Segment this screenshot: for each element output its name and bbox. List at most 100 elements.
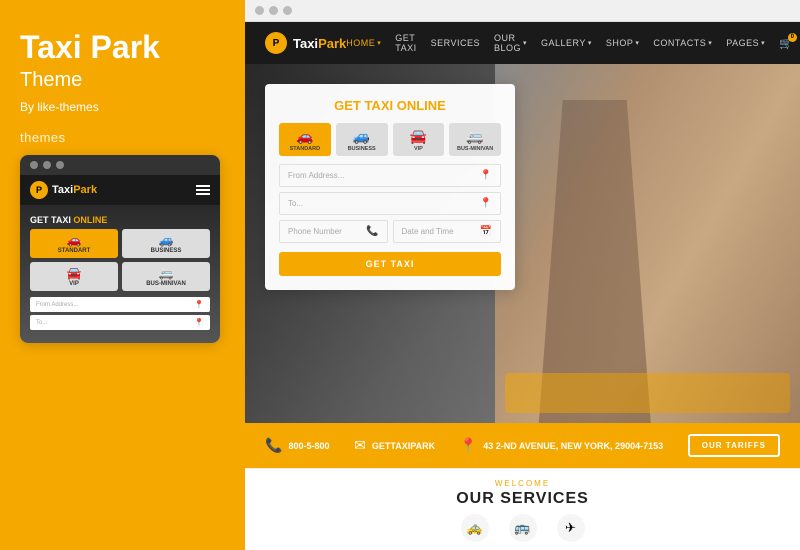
booking-input-date[interactable]: Date and Time 📅: [393, 220, 502, 243]
nav-get-taxi[interactable]: GET TAXI: [395, 33, 416, 53]
mobile-from-text: From Address...: [36, 302, 78, 308]
nav-blog[interactable]: OUR BLOG ▾: [494, 33, 527, 53]
car-minivan-label: BUS-MINIVAN: [146, 281, 186, 287]
car-standard-label: STANDART: [58, 248, 91, 254]
booking-car-options: 🚗 STANDARD 🚙 BUSINESS 🚘 VIP 🚐 BUS-MINIVA…: [279, 123, 501, 156]
car-business-label: BUSINESS: [348, 146, 376, 152]
service-icon-1: 🚕: [461, 514, 489, 542]
email-bar-text: GETTAXIPARK: [372, 441, 435, 451]
mobile-logo: P TaxiPark: [30, 181, 97, 199]
desktop-nav-links: HOME ▾ GET TAXI SERVICES OUR BLOG ▾ GALL…: [346, 33, 793, 53]
address-bar-icon: 📍: [460, 437, 477, 454]
desktop-logo-icon: P: [265, 32, 287, 54]
services-section: WELCOME OUR SERVICES 🚕 🚌 ✈: [245, 468, 800, 550]
mobile-car-minivan[interactable]: 🚐 BUS-MINIVAN: [122, 262, 210, 291]
desktop-preview: P TaxiPark HOME ▾ GET TAXI SERVICES OUR …: [245, 0, 800, 550]
to-address-text: To...: [288, 199, 303, 208]
mobile-to-icon: 📍: [194, 318, 204, 327]
theme-title: Taxi Park: [20, 30, 160, 65]
mobile-input-from: From Address... 📍: [30, 297, 210, 312]
phone-bar-icon: 📞: [265, 437, 282, 454]
pages-chevron-icon: ▾: [761, 39, 765, 47]
theme-author: By like-themes: [20, 100, 99, 114]
hamburger-line-2: [196, 189, 210, 191]
service-item-2: 🚌: [509, 514, 537, 542]
hamburger-line-3: [196, 193, 210, 195]
car-minivan-icon: 🚐: [159, 266, 174, 280]
nav-services[interactable]: SERVICES: [431, 38, 480, 48]
desktop-window-bar: [245, 0, 800, 22]
car-standard-icon: 🚗: [67, 233, 82, 247]
mobile-hero: GET TAXI ONLINE 🚗 STANDART 🚙 BUSINESS 🚘 …: [20, 205, 220, 343]
window-dot-3: [56, 161, 64, 169]
mobile-car-vip[interactable]: 🚘 VIP: [30, 262, 118, 291]
window-dot-2: [43, 161, 51, 169]
car-business-icon: 🚙: [159, 233, 174, 247]
mobile-input-to: To... 📍: [30, 315, 210, 330]
phone-text: Phone Number: [288, 227, 342, 236]
yellow-contact-bar: 📞 800-5-800 ✉ GETTAXIPARK 📍 43 2-ND AVEN…: [245, 423, 800, 468]
service-icon-3: ✈: [557, 514, 585, 542]
from-address-text: From Address...: [288, 171, 344, 180]
car-minivan-icon: 🚐: [466, 128, 483, 145]
blog-chevron-icon: ▾: [523, 39, 527, 47]
home-chevron-icon: ▾: [377, 39, 381, 47]
desktop-nav: P TaxiPark HOME ▾ GET TAXI SERVICES OUR …: [245, 22, 800, 64]
booking-input-from[interactable]: From Address... 📍: [279, 164, 501, 187]
gallery-chevron-icon: ▾: [588, 39, 592, 47]
nav-pages[interactable]: PAGES ▾: [726, 38, 765, 48]
mobile-window-bar: [20, 155, 220, 175]
window-dot-1: [30, 161, 38, 169]
mobile-to-text: To...: [36, 320, 47, 326]
contacts-chevron-icon: ▾: [708, 39, 712, 47]
car-option-minivan[interactable]: 🚐 BUS-MINIVAN: [449, 123, 501, 156]
booking-input-phone[interactable]: Phone Number 📞: [279, 220, 388, 243]
car-option-vip[interactable]: 🚘 VIP: [393, 123, 445, 156]
left-panel: Taxi Park Theme By like-themes themes P …: [0, 0, 245, 550]
car-standard-icon: 🚗: [296, 128, 313, 145]
cart-icon[interactable]: 🛒 0: [779, 37, 793, 50]
booking-input-to[interactable]: To... 📍: [279, 192, 501, 215]
hamburger-menu-icon[interactable]: [196, 185, 210, 195]
get-taxi-button[interactable]: GET TAXI: [279, 252, 501, 276]
services-welcome: WELCOME: [265, 479, 780, 488]
car-minivan-label: BUS-MINIVAN: [457, 146, 493, 152]
service-icon-2: 🚌: [509, 514, 537, 542]
desktop-logo-text: TaxiPark: [293, 36, 346, 51]
car-vip-icon: 🚘: [410, 128, 427, 145]
nav-shop[interactable]: SHOP ▾: [606, 38, 640, 48]
mobile-car-standard[interactable]: 🚗 STANDART: [30, 229, 118, 258]
booking-card: GET TAXI ONLINE 🚗 STANDARD 🚙 BUSINESS 🚘 …: [265, 84, 515, 290]
nav-contacts[interactable]: CONTACTS ▾: [653, 38, 712, 48]
mobile-logo-text: TaxiPark: [52, 184, 97, 196]
themes-label: themes: [20, 130, 66, 145]
email-bar-icon: ✉: [354, 437, 366, 454]
email-bar-item: ✉ GETTAXIPARK: [354, 437, 435, 454]
mobile-car-business[interactable]: 🚙 BUSINESS: [122, 229, 210, 258]
right-panel: P TaxiPark HOME ▾ GET TAXI SERVICES OUR …: [245, 0, 800, 550]
service-item-1: 🚕: [461, 514, 489, 542]
hero-photo: [495, 64, 800, 423]
car-option-business[interactable]: 🚙 BUSINESS: [336, 123, 388, 156]
mobile-car-grid: 🚗 STANDART 🚙 BUSINESS 🚘 VIP 🚐 BUS-MINIVA…: [30, 229, 210, 291]
calendar-icon: 📅: [480, 226, 492, 237]
car-business-label: BUSINESS: [151, 248, 182, 254]
mobile-nav: P TaxiPark: [20, 175, 220, 205]
car-business-icon: 🚙: [353, 128, 370, 145]
phone-icon: 📞: [366, 226, 378, 237]
desktop-dot-1: [255, 6, 264, 15]
services-icons-row: 🚕 🚌 ✈: [265, 514, 780, 542]
from-location-icon: 📍: [480, 170, 492, 181]
nav-home[interactable]: HOME ▾: [346, 38, 381, 48]
tariffs-button[interactable]: OUR TARIFFS: [688, 434, 780, 457]
mobile-hero-title: GET TAXI ONLINE: [30, 215, 210, 225]
mobile-from-icon: 📍: [194, 300, 204, 309]
car-vip-icon: 🚘: [67, 266, 82, 280]
date-text: Date and Time: [402, 227, 454, 236]
desktop-dot-2: [269, 6, 278, 15]
car-standard-label: STANDARD: [290, 146, 320, 152]
mobile-preview-card: P TaxiPark GET TAXI ONLINE 🚗 STANDART 🚙: [20, 155, 220, 343]
address-bar-item: 📍 43 2-ND AVENUE, NEW YORK, 29004-7153: [460, 437, 663, 454]
nav-gallery[interactable]: GALLERY ▾: [541, 38, 592, 48]
car-option-standard[interactable]: 🚗 STANDARD: [279, 123, 331, 156]
